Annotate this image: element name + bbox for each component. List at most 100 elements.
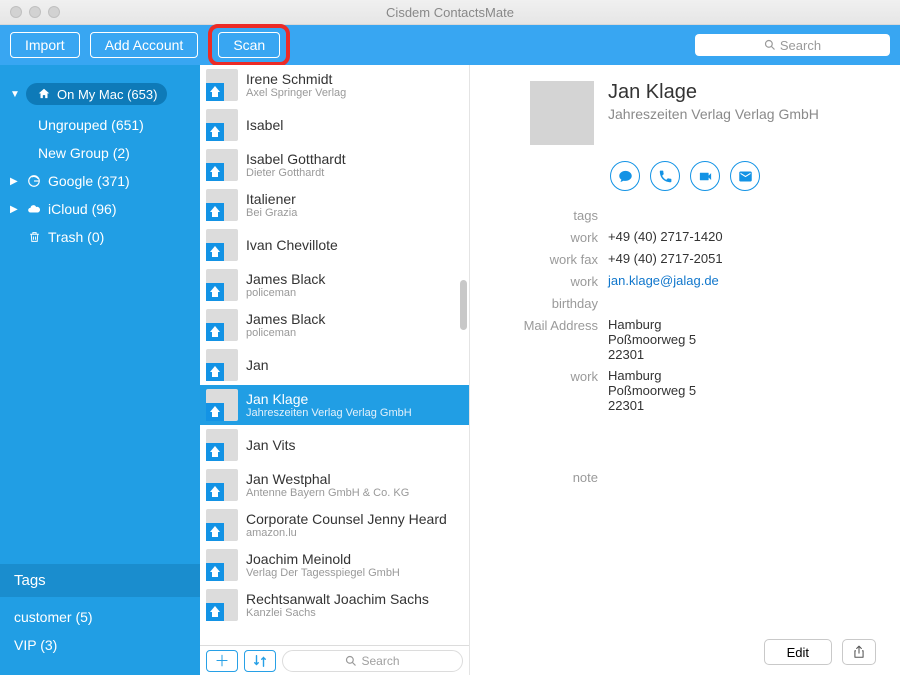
contact-list-row[interactable]: Joachim MeinoldVerlag Der Tagesspiegel G… bbox=[200, 545, 469, 585]
account-label: Google (371) bbox=[48, 173, 130, 189]
contact-list-row[interactable]: Ivan Chevillote bbox=[200, 225, 469, 265]
note-label: note bbox=[470, 469, 598, 485]
contact-avatar-thumb bbox=[206, 309, 238, 341]
contact-list-row[interactable]: Jan bbox=[200, 345, 469, 385]
scan-button[interactable]: Scan bbox=[218, 32, 280, 58]
contact-avatar-thumb bbox=[206, 269, 238, 301]
search-icon bbox=[764, 39, 776, 51]
source-badge-icon bbox=[206, 403, 224, 421]
contact-row-subtitle: Kanzlei Sachs bbox=[246, 607, 429, 620]
contact-row-name: James Black bbox=[246, 311, 325, 327]
window-title: Cisdem ContactsMate bbox=[0, 5, 900, 20]
account-label: On My Mac (653) bbox=[57, 87, 157, 102]
disclosure-arrow-icon[interactable]: ▶ bbox=[10, 204, 20, 215]
contact-search-input[interactable]: Search bbox=[282, 650, 463, 672]
field-value[interactable]: jan.klage@jalag.de bbox=[608, 273, 882, 289]
video-button[interactable] bbox=[690, 161, 720, 191]
sidebar-account-row[interactable]: ▶ Google (371) bbox=[0, 167, 200, 195]
source-badge-icon bbox=[206, 523, 224, 541]
note-value bbox=[608, 469, 882, 485]
disclosure-arrow-icon[interactable]: ▶ bbox=[10, 176, 20, 187]
trash-icon bbox=[26, 229, 42, 245]
contact-detail: Jan Klage Jahreszeiten Verlag Verlag Gmb… bbox=[470, 65, 900, 675]
add-account-button[interactable]: Add Account bbox=[90, 32, 199, 58]
source-badge-icon bbox=[206, 83, 224, 101]
contact-actions bbox=[470, 155, 882, 203]
field-value: +49 (40) 2717-2051 bbox=[608, 251, 882, 267]
contact-list-row[interactable]: Isabel bbox=[200, 105, 469, 145]
field-value: Hamburg Poßmoorweg 5 22301 bbox=[608, 368, 882, 413]
message-button[interactable] bbox=[610, 161, 640, 191]
contact-list-row[interactable]: ItalienerBei Grazia bbox=[200, 185, 469, 225]
global-search-input[interactable]: Search bbox=[695, 34, 890, 56]
sidebar-account-row[interactable]: Trash (0) bbox=[0, 223, 200, 251]
contact-row-name: Jan bbox=[246, 357, 269, 373]
contact-list-row[interactable]: Isabel GotthardtDieter Gotthardt bbox=[200, 145, 469, 185]
add-contact-button[interactable]: ＋ bbox=[206, 650, 238, 672]
group-label: Ungrouped (651) bbox=[38, 117, 144, 133]
call-button[interactable] bbox=[650, 161, 680, 191]
account-label: iCloud (96) bbox=[48, 201, 116, 217]
contact-avatar-thumb bbox=[206, 589, 238, 621]
contact-avatar-thumb bbox=[206, 509, 238, 541]
source-badge-icon bbox=[206, 443, 224, 461]
contact-row-name: Jan Vits bbox=[246, 437, 296, 453]
sidebar-account-row[interactable]: ▶ iCloud (96) bbox=[0, 195, 200, 223]
contact-list-row[interactable]: Irene SchmidtAxel Springer Verlag bbox=[200, 65, 469, 105]
source-badge-icon bbox=[206, 483, 224, 501]
scrollbar-thumb[interactable] bbox=[460, 280, 467, 330]
contact-avatar bbox=[530, 81, 594, 145]
contact-avatar-thumb bbox=[206, 109, 238, 141]
email-button[interactable] bbox=[730, 161, 760, 191]
mail-icon bbox=[738, 169, 753, 184]
field-label: Mail Address bbox=[470, 317, 598, 362]
field-value bbox=[608, 207, 882, 223]
contact-list-row[interactable]: Jan WestphalAntenne Bayern GmbH & Co. KG bbox=[200, 465, 469, 505]
sidebar-group-row[interactable]: New Group (2) bbox=[0, 139, 200, 167]
field-value: +49 (40) 2717-1420 bbox=[608, 229, 882, 245]
contact-row-name: Jan Westphal bbox=[246, 471, 409, 487]
contact-list-row[interactable]: Jan KlageJahreszeiten Verlag Verlag GmbH bbox=[200, 385, 469, 425]
contact-avatar-thumb bbox=[206, 469, 238, 501]
field-label: work bbox=[470, 229, 598, 245]
contact-row-name: Isabel Gotthardt bbox=[246, 151, 346, 167]
import-button[interactable]: Import bbox=[10, 32, 80, 58]
contact-list-row[interactable]: Rechtsanwalt Joachim SachsKanzlei Sachs bbox=[200, 585, 469, 625]
contact-row-subtitle: amazon.lu bbox=[246, 527, 447, 540]
sidebar-tag-row[interactable]: customer (5) bbox=[0, 603, 200, 631]
source-badge-icon bbox=[206, 363, 224, 381]
contact-list-row[interactable]: Corporate Counsel Jenny Heardamazon.lu bbox=[200, 505, 469, 545]
contact-row-subtitle: policeman bbox=[246, 327, 325, 340]
search-icon bbox=[345, 655, 357, 667]
contact-row-name: Isabel bbox=[246, 117, 283, 133]
contact-row-name: Rechtsanwalt Joachim Sachs bbox=[246, 591, 429, 607]
edit-button[interactable]: Edit bbox=[764, 639, 832, 665]
field-label: birthday bbox=[470, 295, 598, 311]
contact-row-subtitle: Bei Grazia bbox=[246, 207, 297, 220]
contact-list-row[interactable]: James Blackpoliceman bbox=[200, 265, 469, 305]
sort-contacts-button[interactable] bbox=[244, 650, 276, 672]
contact-list-footer: ＋ Search bbox=[200, 645, 469, 675]
contact-organization: Jahreszeiten Verlag Verlag GmbH bbox=[608, 106, 819, 122]
disclosure-arrow-icon[interactable]: ▼ bbox=[10, 89, 20, 100]
share-button[interactable] bbox=[842, 639, 876, 665]
home-icon bbox=[36, 86, 52, 102]
source-badge-icon bbox=[206, 123, 224, 141]
sidebar-account-row[interactable]: ▼ On My Mac (653) bbox=[0, 77, 200, 111]
sidebar: ▼ On My Mac (653) Ungrouped (651) New Group… bbox=[0, 65, 200, 675]
contact-avatar-thumb bbox=[206, 349, 238, 381]
account-pill[interactable]: On My Mac (653) bbox=[26, 83, 167, 105]
contact-list-row[interactable]: Jan Vits bbox=[200, 425, 469, 465]
contact-avatar-thumb bbox=[206, 389, 238, 421]
contact-avatar-thumb bbox=[206, 429, 238, 461]
contact-row-name: Joachim Meinold bbox=[246, 551, 400, 567]
source-badge-icon bbox=[206, 243, 224, 261]
sidebar-group-row[interactable]: Ungrouped (651) bbox=[0, 111, 200, 139]
sidebar-tag-row[interactable]: VIP (3) bbox=[0, 631, 200, 659]
contact-list-row[interactable]: James Blackpoliceman bbox=[200, 305, 469, 345]
source-badge-icon bbox=[206, 323, 224, 341]
tags-header: Tags bbox=[0, 564, 200, 597]
contact-row-subtitle: Antenne Bayern GmbH & Co. KG bbox=[246, 487, 409, 500]
account-label: Trash (0) bbox=[48, 229, 104, 245]
message-icon bbox=[618, 169, 633, 184]
